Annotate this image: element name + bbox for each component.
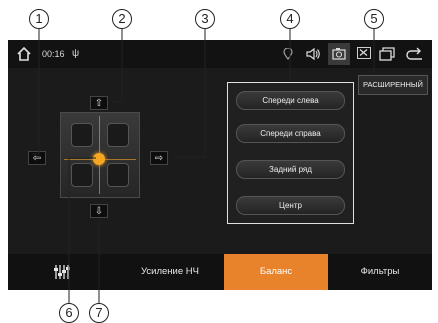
balance-up-button[interactable]: ⇧ (90, 96, 108, 110)
status-bar: 00:16 ψ (8, 40, 432, 68)
balance-point-handle[interactable] (93, 153, 105, 165)
advanced-button[interactable]: РАСШИРЕННЫЙ (358, 75, 428, 95)
head-unit-screen: 00:16 ψ ⇧ ⇩ ⇦ ⇨ Спереди слева Спереди сп… (8, 40, 432, 290)
location-icon (283, 48, 293, 60)
back-icon[interactable] (406, 47, 424, 61)
clock-text: 00:16 (42, 49, 65, 59)
callout-7: 7 (89, 303, 109, 323)
speaker-zone-panel: Спереди слева Спереди справа Задний ряд … (227, 82, 354, 224)
front-right-button[interactable]: Спереди справа (236, 124, 345, 143)
seat-front-right (107, 123, 129, 147)
usb-icon: ψ (72, 48, 80, 59)
rear-row-button[interactable]: Задний ряд (236, 160, 345, 179)
front-left-button[interactable]: Спереди слева (236, 91, 345, 110)
seat-rear-right (107, 163, 129, 187)
balance-down-button[interactable]: ⇩ (90, 204, 108, 218)
camera-button[interactable] (328, 43, 350, 65)
callout-2: 2 (112, 9, 132, 29)
equalizer-icon (54, 265, 70, 279)
callout-1: 1 (29, 9, 49, 29)
seat-front-left (71, 123, 93, 147)
window-icon[interactable] (379, 47, 395, 61)
volume-icon[interactable] (305, 46, 321, 62)
camera-icon (332, 48, 346, 60)
callout-3: 3 (195, 9, 215, 29)
seat-rear-left (71, 163, 93, 187)
home-icon[interactable] (16, 46, 32, 62)
tab-equalizer[interactable] (8, 254, 116, 290)
close-box-icon[interactable] (357, 47, 371, 59)
balance-right-button[interactable]: ⇨ (150, 151, 168, 165)
callout-4: 4 (280, 9, 300, 29)
bottom-nav: Усиление НЧ Баланс Фильтры (8, 254, 432, 290)
callout-6: 6 (59, 303, 79, 323)
center-button[interactable]: Центр (236, 196, 345, 215)
callout-5: 5 (364, 9, 384, 29)
tab-balance[interactable]: Баланс (224, 254, 328, 290)
balance-left-button[interactable]: ⇦ (28, 151, 46, 165)
tab-filters[interactable]: Фильтры (328, 254, 432, 290)
tab-bass-boost[interactable]: Усиление НЧ (116, 254, 224, 290)
